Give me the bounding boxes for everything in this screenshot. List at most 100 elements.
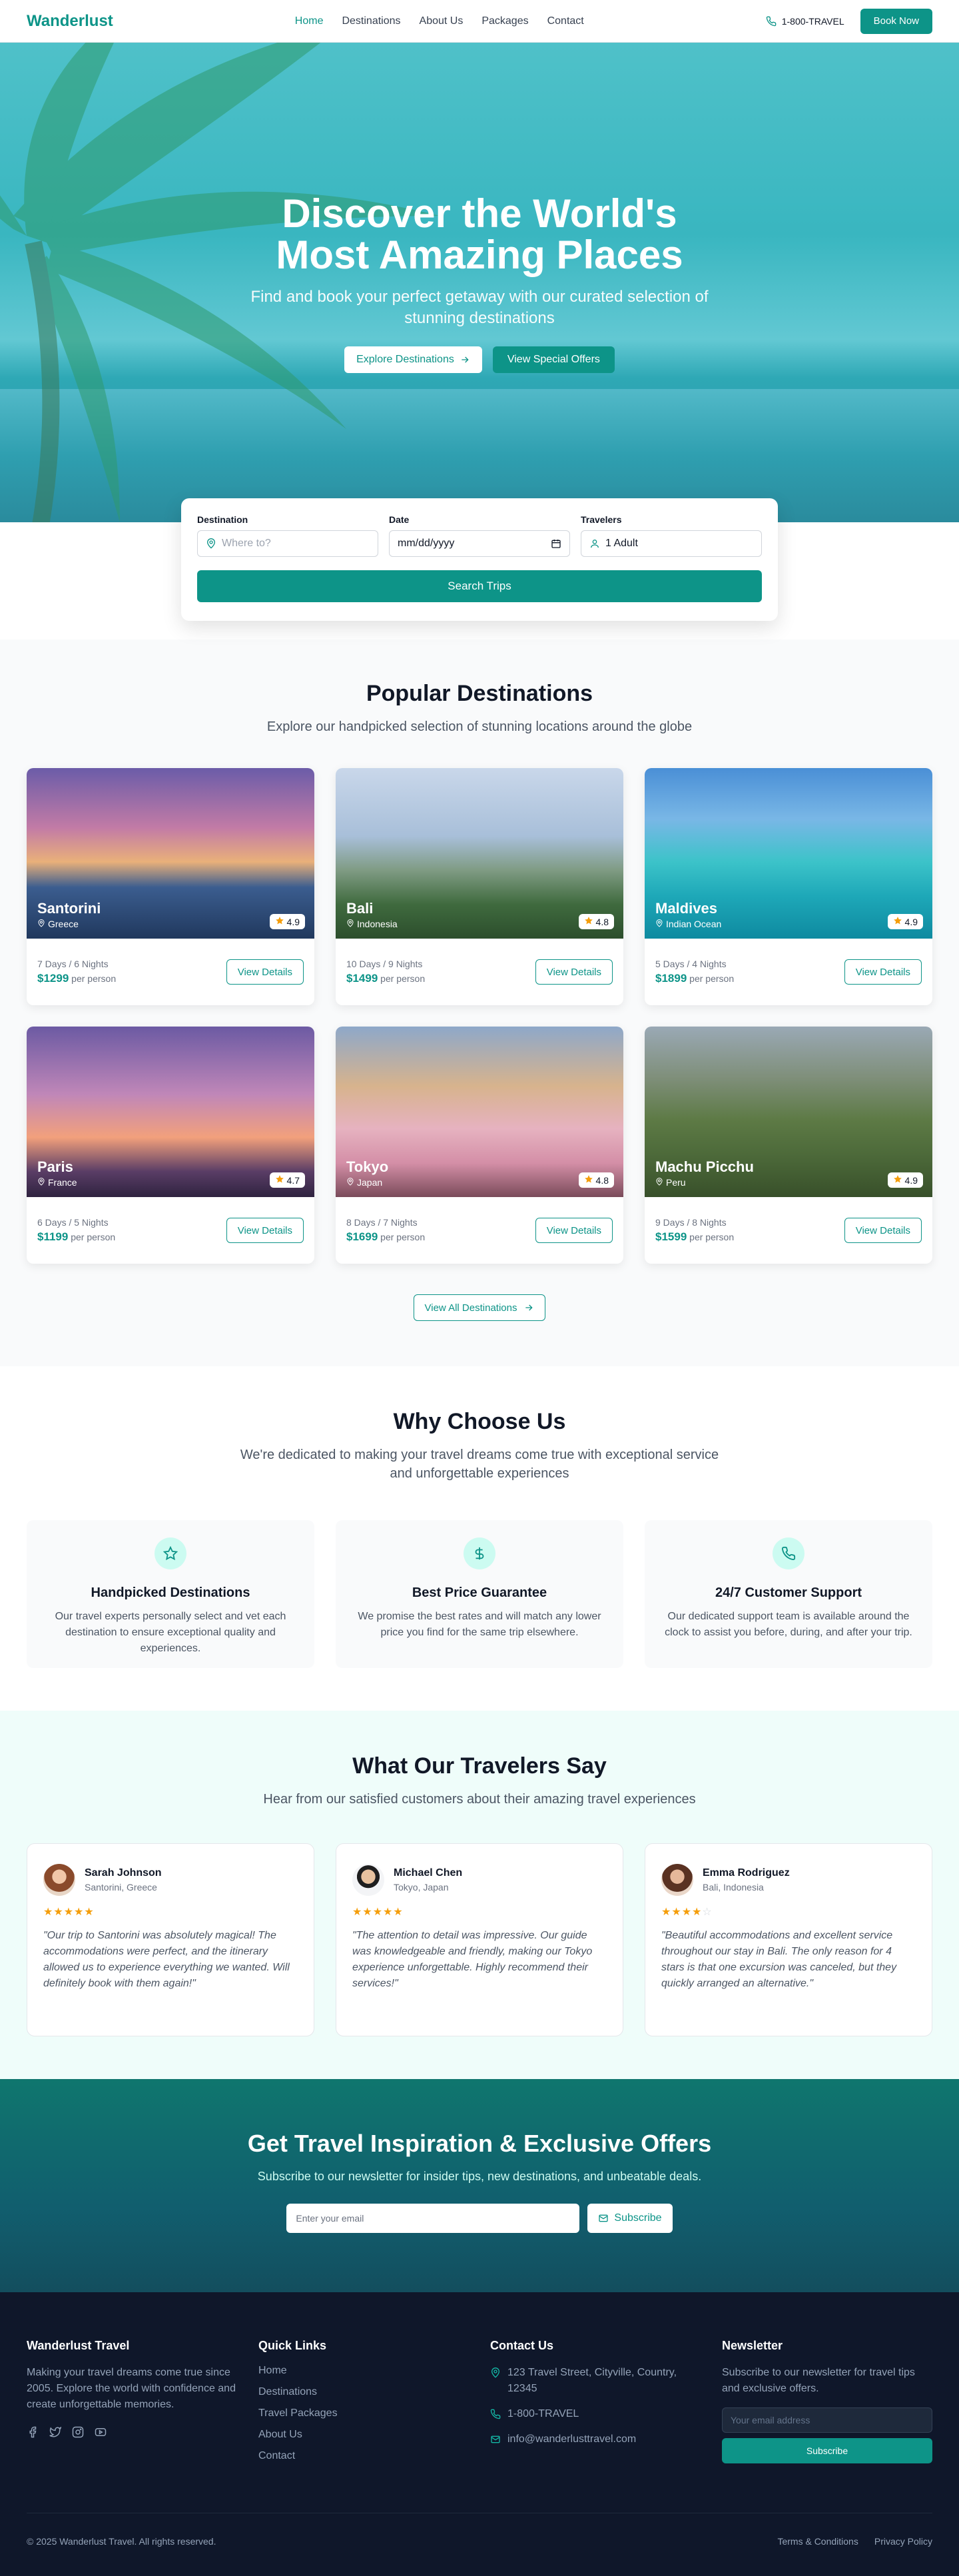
country-label: Indonesia — [357, 919, 398, 929]
star-icon — [893, 1174, 902, 1186]
rating-value: 4.9 — [904, 916, 918, 927]
destination-card[interactable]: Tokyo Japan 4.8 8 Days / 7 Nights $1699 … — [336, 1027, 623, 1264]
phone-icon — [490, 2409, 501, 2419]
nav-link-home[interactable]: Home — [295, 15, 324, 27]
social-links — [27, 2426, 237, 2438]
author-name: Emma Rodriguez — [703, 1867, 790, 1879]
nav-link-packages[interactable]: Packages — [481, 15, 528, 27]
twitter-icon[interactable] — [49, 2426, 61, 2438]
destination-card[interactable]: Bali Indonesia 4.8 10 Days / 9 Nights $1… — [336, 768, 623, 1005]
destination-card[interactable]: Maldives Indian Ocean 4.9 5 Days / 4 Nig… — [645, 768, 932, 1005]
newsletter-email-input[interactable] — [286, 2204, 580, 2233]
footer-link-packages[interactable]: Travel Packages — [258, 2407, 469, 2419]
testimonial-card: Sarah Johnson Santorini, Greece ★★★★★ "O… — [27, 1843, 314, 2036]
view-all-label: View All Destinations — [424, 1302, 517, 1314]
testimonial-header: Emma Rodriguez Bali, Indonesia — [661, 1864, 916, 1896]
subscribe-label: Subscribe — [614, 2212, 662, 2224]
book-now-button[interactable]: Book Now — [860, 8, 932, 34]
search-section: Destination Where to? Date mm/dd/yyyy Tr… — [0, 498, 959, 640]
copyright: © 2025 Wanderlust Travel. All rights res… — [27, 2536, 216, 2547]
destination-info: 8 Days / 7 Nights $1699 per person View … — [336, 1197, 623, 1264]
destination-image: Bali Indonesia 4.8 — [336, 768, 623, 939]
price-value: $1499 — [346, 972, 378, 985]
destination-country: Indonesia — [346, 919, 398, 929]
destination-card[interactable]: Santorini Greece 4.9 7 Days / 6 Nights $… — [27, 768, 314, 1005]
why-title: Why Choose Us — [393, 1409, 566, 1434]
footer-subscribe-button[interactable]: Subscribe — [722, 2438, 932, 2463]
destination-field: Destination Where to? — [197, 514, 378, 557]
destination-country: Indian Ocean — [655, 919, 721, 929]
destination-image: Maldives Indian Ocean 4.9 — [645, 768, 932, 939]
footer-link-home[interactable]: Home — [258, 2365, 469, 2377]
trip-duration: 10 Days / 9 Nights — [346, 959, 423, 969]
trip-duration: 8 Days / 7 Nights — [346, 1217, 418, 1228]
phone-icon — [773, 1537, 804, 1569]
destination-info: 10 Days / 9 Nights $1499 per person View… — [336, 939, 623, 1005]
country-label: France — [48, 1177, 77, 1188]
rating-badge: 4.7 — [269, 1172, 305, 1188]
view-details-button[interactable]: View Details — [844, 1218, 922, 1243]
footer-about-title: Wanderlust Travel — [27, 2339, 130, 2352]
footer-link-destinations[interactable]: Destinations — [258, 2386, 469, 2398]
view-details-button[interactable]: View Details — [535, 1218, 613, 1243]
user-icon — [591, 540, 599, 548]
privacy-link[interactable]: Privacy Policy — [874, 2536, 932, 2547]
testimonial-header: Sarah Johnson Santorini, Greece — [43, 1864, 298, 1896]
footer-nl-title: Newsletter — [722, 2339, 783, 2352]
per-person-label: per person — [689, 973, 735, 984]
feature-title: 24/7 Customer Support — [715, 1585, 862, 1600]
nav-link-destinations[interactable]: Destinations — [342, 15, 400, 27]
destination-country: Japan — [346, 1177, 382, 1188]
map-pin-icon — [655, 919, 663, 929]
footer-bottom: © 2025 Wanderlust Travel. All rights res… — [27, 2513, 932, 2547]
nav-link-contact[interactable]: Contact — [547, 15, 584, 27]
instagram-icon[interactable] — [72, 2426, 84, 2438]
calendar-icon[interactable] — [551, 538, 561, 549]
view-all-destinations-button[interactable]: View All Destinations — [413, 1294, 546, 1321]
mail-icon — [491, 2435, 500, 2443]
destination-input[interactable]: Where to? — [197, 530, 378, 557]
per-person-label: per person — [380, 973, 426, 984]
footer-link-contact[interactable]: Contact — [258, 2450, 469, 2462]
destination-card[interactable]: Paris France 4.7 6 Days / 5 Nights $1199… — [27, 1027, 314, 1264]
destination-grid: Santorini Greece 4.9 7 Days / 6 Nights $… — [27, 768, 932, 1264]
destination-name: Tokyo — [346, 1158, 389, 1175]
facebook-icon[interactable] — [27, 2426, 39, 2438]
footer-email-text[interactable]: info@wanderlusttravel.com — [507, 2431, 636, 2447]
terms-link[interactable]: Terms & Conditions — [777, 2536, 858, 2547]
date-input[interactable]: mm/dd/yyyy — [389, 530, 570, 557]
view-details-button[interactable]: View Details — [226, 959, 304, 985]
view-details-button[interactable]: View Details — [844, 959, 922, 985]
feature-text: Our travel experts personally select and… — [55, 1611, 286, 1654]
view-details-button[interactable]: View Details — [535, 959, 613, 985]
price-value: $1599 — [655, 1230, 687, 1243]
explore-label: Explore Destinations — [356, 354, 454, 365]
search-trips-button[interactable]: Search Trips — [197, 570, 762, 602]
footer-email-input[interactable] — [722, 2407, 932, 2433]
rating-value: 4.8 — [595, 1174, 609, 1186]
nav-phone[interactable]: 1-800-TRAVEL — [766, 16, 844, 27]
author-name: Sarah Johnson — [85, 1867, 162, 1879]
testimonial-author: Emma Rodriguez Bali, Indonesia — [703, 1867, 790, 1893]
view-details-button[interactable]: View Details — [226, 1218, 304, 1243]
author-location: Tokyo, Japan — [394, 1882, 449, 1893]
footer-quick-links: Quick Links Home Destinations Travel Pac… — [258, 2339, 469, 2471]
map-pin-icon — [346, 919, 354, 929]
star-icon — [275, 916, 284, 927]
brand-logo[interactable]: Wanderlust — [27, 12, 113, 31]
nav-link-about[interactable]: About Us — [420, 15, 464, 27]
explore-destinations-button[interactable]: Explore Destinations — [344, 346, 482, 373]
destination-card[interactable]: Machu Picchu Peru 4.9 9 Days / 8 Nights … — [645, 1027, 932, 1264]
youtube-icon[interactable] — [95, 2426, 107, 2438]
map-pin-icon — [37, 1177, 45, 1188]
star-icon — [275, 1174, 284, 1186]
rating-badge: 4.8 — [578, 1172, 614, 1188]
special-offers-button[interactable]: View Special Offers — [492, 346, 615, 373]
testimonial-quote: "Our trip to Santorini was absolutely ma… — [43, 1930, 290, 1989]
trip-price: $1599 per person — [655, 1230, 734, 1244]
travelers-select[interactable]: 1 Adult — [581, 530, 762, 557]
footer-link-about[interactable]: About Us — [258, 2429, 469, 2441]
subscribe-button[interactable]: Subscribe — [587, 2204, 673, 2233]
testimonials-section: What Our Travelers Say Hear from our sat… — [0, 1711, 959, 2079]
rating-value: 4.9 — [904, 1174, 918, 1186]
